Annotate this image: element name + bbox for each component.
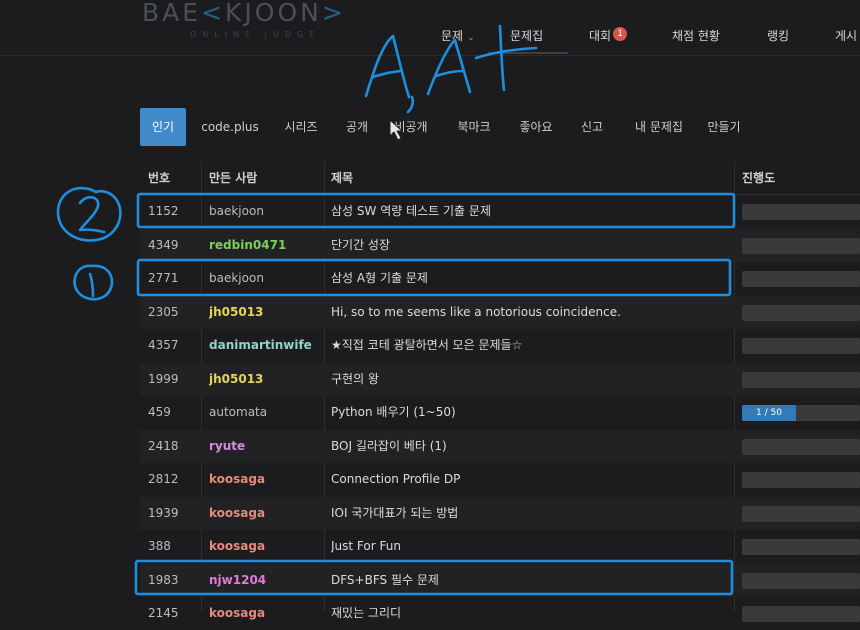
tab-codeplus[interactable]: code.plus xyxy=(198,108,262,146)
workbook-number: 1152 xyxy=(148,204,179,218)
nav-active-underline xyxy=(488,52,568,54)
table-row[interactable]: 4357 danimartinwife ★직접 코테 광탈하면서 모은 문제들☆ xyxy=(140,329,860,362)
nav-ranking[interactable]: 랭킹 xyxy=(767,27,789,44)
circled-two-mark xyxy=(56,186,122,242)
table-row[interactable]: 2771 baekjoon 삼성 A형 기출 문제 xyxy=(140,262,860,295)
workbook-title-link[interactable]: Just For Fun xyxy=(331,530,731,563)
tab-series[interactable]: 시리즈 xyxy=(278,108,324,146)
table-row[interactable]: 388 koosaga Just For Fun xyxy=(140,530,860,563)
circled-two-digit xyxy=(78,196,106,234)
author-link[interactable]: jh05013 xyxy=(209,363,324,396)
tab-my-workbook[interactable]: 내 문제집 xyxy=(628,108,690,146)
workbook-number: 1939 xyxy=(148,505,179,520)
chevron-down-icon: ⌄ xyxy=(467,33,475,43)
workbook-number: 2305 xyxy=(148,304,179,319)
workbook-number: 4357 xyxy=(148,338,179,352)
nav-status[interactable]: 채점 현황 xyxy=(672,27,720,44)
table-row[interactable]: 1939 koosaga IOI 국가대표가 되는 방법 xyxy=(140,496,860,530)
progress-bar xyxy=(742,371,860,388)
nav-contest[interactable]: 대회 1 xyxy=(589,27,628,44)
tab-report[interactable]: 신고 xyxy=(577,108,607,146)
author-link[interactable]: koosaga xyxy=(209,530,324,563)
progress-bar xyxy=(742,472,860,488)
tab-public[interactable]: 공개 xyxy=(341,108,373,146)
nav-workbook[interactable]: 문제집 xyxy=(510,27,543,44)
workbook-number: 459 xyxy=(148,405,171,419)
workbook-number: 2145 xyxy=(148,606,179,620)
author-link[interactable]: automata xyxy=(209,396,324,429)
circled-one-mark xyxy=(73,264,114,301)
author-link[interactable]: njw1204 xyxy=(209,564,324,597)
workbook-number: 1999 xyxy=(148,371,179,386)
progress-bar xyxy=(742,572,860,589)
author-link[interactable]: jh05013 xyxy=(209,296,324,329)
table-row[interactable]: 1152 baekjoon 삼성 SW 역량 테스트 기출 문제 xyxy=(140,195,860,228)
workbook-number: 2812 xyxy=(148,472,179,486)
workbook-title-link[interactable]: Connection Profile DP xyxy=(331,463,731,496)
workbook-number: 1983 xyxy=(148,572,179,587)
circled-one-digit xyxy=(88,272,95,298)
tab-bookmark[interactable]: 북마크 xyxy=(453,108,495,146)
author-link[interactable]: koosaga xyxy=(209,497,324,530)
workbook-title-link[interactable]: Python 배우기 (1~50) xyxy=(331,396,731,429)
progress-bar xyxy=(742,438,860,455)
author-link[interactable]: redbin0471 xyxy=(209,229,324,262)
nav-board[interactable]: 게시 xyxy=(835,27,857,44)
workbook-number: 2418 xyxy=(148,438,179,453)
workbook-title-link[interactable]: ★직접 코테 광탈하면서 모은 문제들☆ xyxy=(331,329,731,362)
contest-count-badge: 1 xyxy=(613,27,628,41)
workbook-number: 2771 xyxy=(148,271,179,285)
workbook-title-link[interactable]: Hi, so to me seems like a notorious coin… xyxy=(331,296,731,329)
workbook-number: 4349 xyxy=(148,237,179,252)
workbook-title-link[interactable]: 재밌는 그리디 xyxy=(331,597,731,630)
header-author: 만든 사람 xyxy=(209,171,258,185)
author-link[interactable]: baekjoon xyxy=(209,262,324,295)
author-link[interactable]: baekjoon xyxy=(209,195,324,228)
progress-bar xyxy=(742,606,860,622)
tab-like[interactable]: 좋아요 xyxy=(515,108,557,146)
table-row[interactable]: 1983 njw1204 DFS+BFS 필수 문제 xyxy=(140,563,860,597)
nav-problems[interactable]: 문제 ⌄ xyxy=(441,27,475,44)
table-row[interactable]: 1999 jh05013 구현의 왕 xyxy=(140,362,860,396)
header-number: 번호 xyxy=(148,171,171,185)
workbook-title-link[interactable]: IOI 국가대표가 되는 방법 xyxy=(331,497,731,530)
author-link[interactable]: koosaga xyxy=(209,597,324,630)
logo-subtitle: ONLINE JUDGE xyxy=(190,30,321,39)
progress-bar xyxy=(742,204,860,220)
author-link[interactable]: koosaga xyxy=(209,463,324,496)
progress-bar xyxy=(742,304,860,321)
author-link[interactable]: ryute xyxy=(209,430,324,463)
progress-fill: 1 / 50 xyxy=(742,405,796,421)
table-row[interactable]: 2812 koosaga Connection Profile DP xyxy=(140,463,860,496)
progress-bar xyxy=(742,338,860,354)
table-header-row: 번호 만든 사람 제목 진행도 xyxy=(140,162,860,195)
workbook-title-link[interactable]: DFS+BFS 필수 문제 xyxy=(331,564,731,597)
header-title: 제목 xyxy=(331,171,354,185)
tab-create[interactable]: 만들기 xyxy=(703,108,745,146)
workbook-title-link[interactable]: BOJ 길라잡이 베타 (1) xyxy=(331,430,731,463)
progress-bar xyxy=(742,505,860,522)
logo-text: BAE<KJOON> xyxy=(142,0,346,27)
top-header: BAE<KJOON> ONLINE JUDGE 문제 ⌄ 문제집 대회 1 채점 현… xyxy=(0,0,860,56)
workbook-title-link[interactable]: 구현의 왕 xyxy=(331,363,731,396)
progress-bar: 1 / 50 xyxy=(742,405,860,421)
header-progress: 진행도 xyxy=(742,171,776,185)
progress-bar xyxy=(742,237,860,254)
table-row[interactable]: 2418 ryute BOJ 길라잡이 베타 (1) xyxy=(140,429,860,463)
table-row[interactable]: 459 automata Python 배우기 (1~50) 1 / 50 xyxy=(140,396,860,429)
table-row[interactable]: 4349 redbin0471 단기간 성장 xyxy=(140,228,860,262)
table-row[interactable]: 2305 jh05013 Hi, so to me seems like a not… xyxy=(140,295,860,329)
logo-bracket: < xyxy=(201,0,226,27)
workbook-number: 388 xyxy=(148,539,171,553)
tab-private[interactable]: 비공개 xyxy=(390,108,432,146)
progress-bar xyxy=(742,271,860,287)
progress-bar xyxy=(742,539,860,555)
workbook-title-link[interactable]: 삼성 A형 기출 문제 xyxy=(331,262,731,295)
author-link[interactable]: danimartinwife xyxy=(209,329,324,362)
workbook-title-link[interactable]: 단기간 성장 xyxy=(331,229,731,262)
workbook-title-link[interactable]: 삼성 SW 역량 테스트 기출 문제 xyxy=(331,195,731,228)
header-divider xyxy=(0,55,860,56)
tab-popular[interactable]: 인기 xyxy=(140,108,186,146)
table-row[interactable]: 2145 koosaga 재밌는 그리디 xyxy=(140,597,860,630)
